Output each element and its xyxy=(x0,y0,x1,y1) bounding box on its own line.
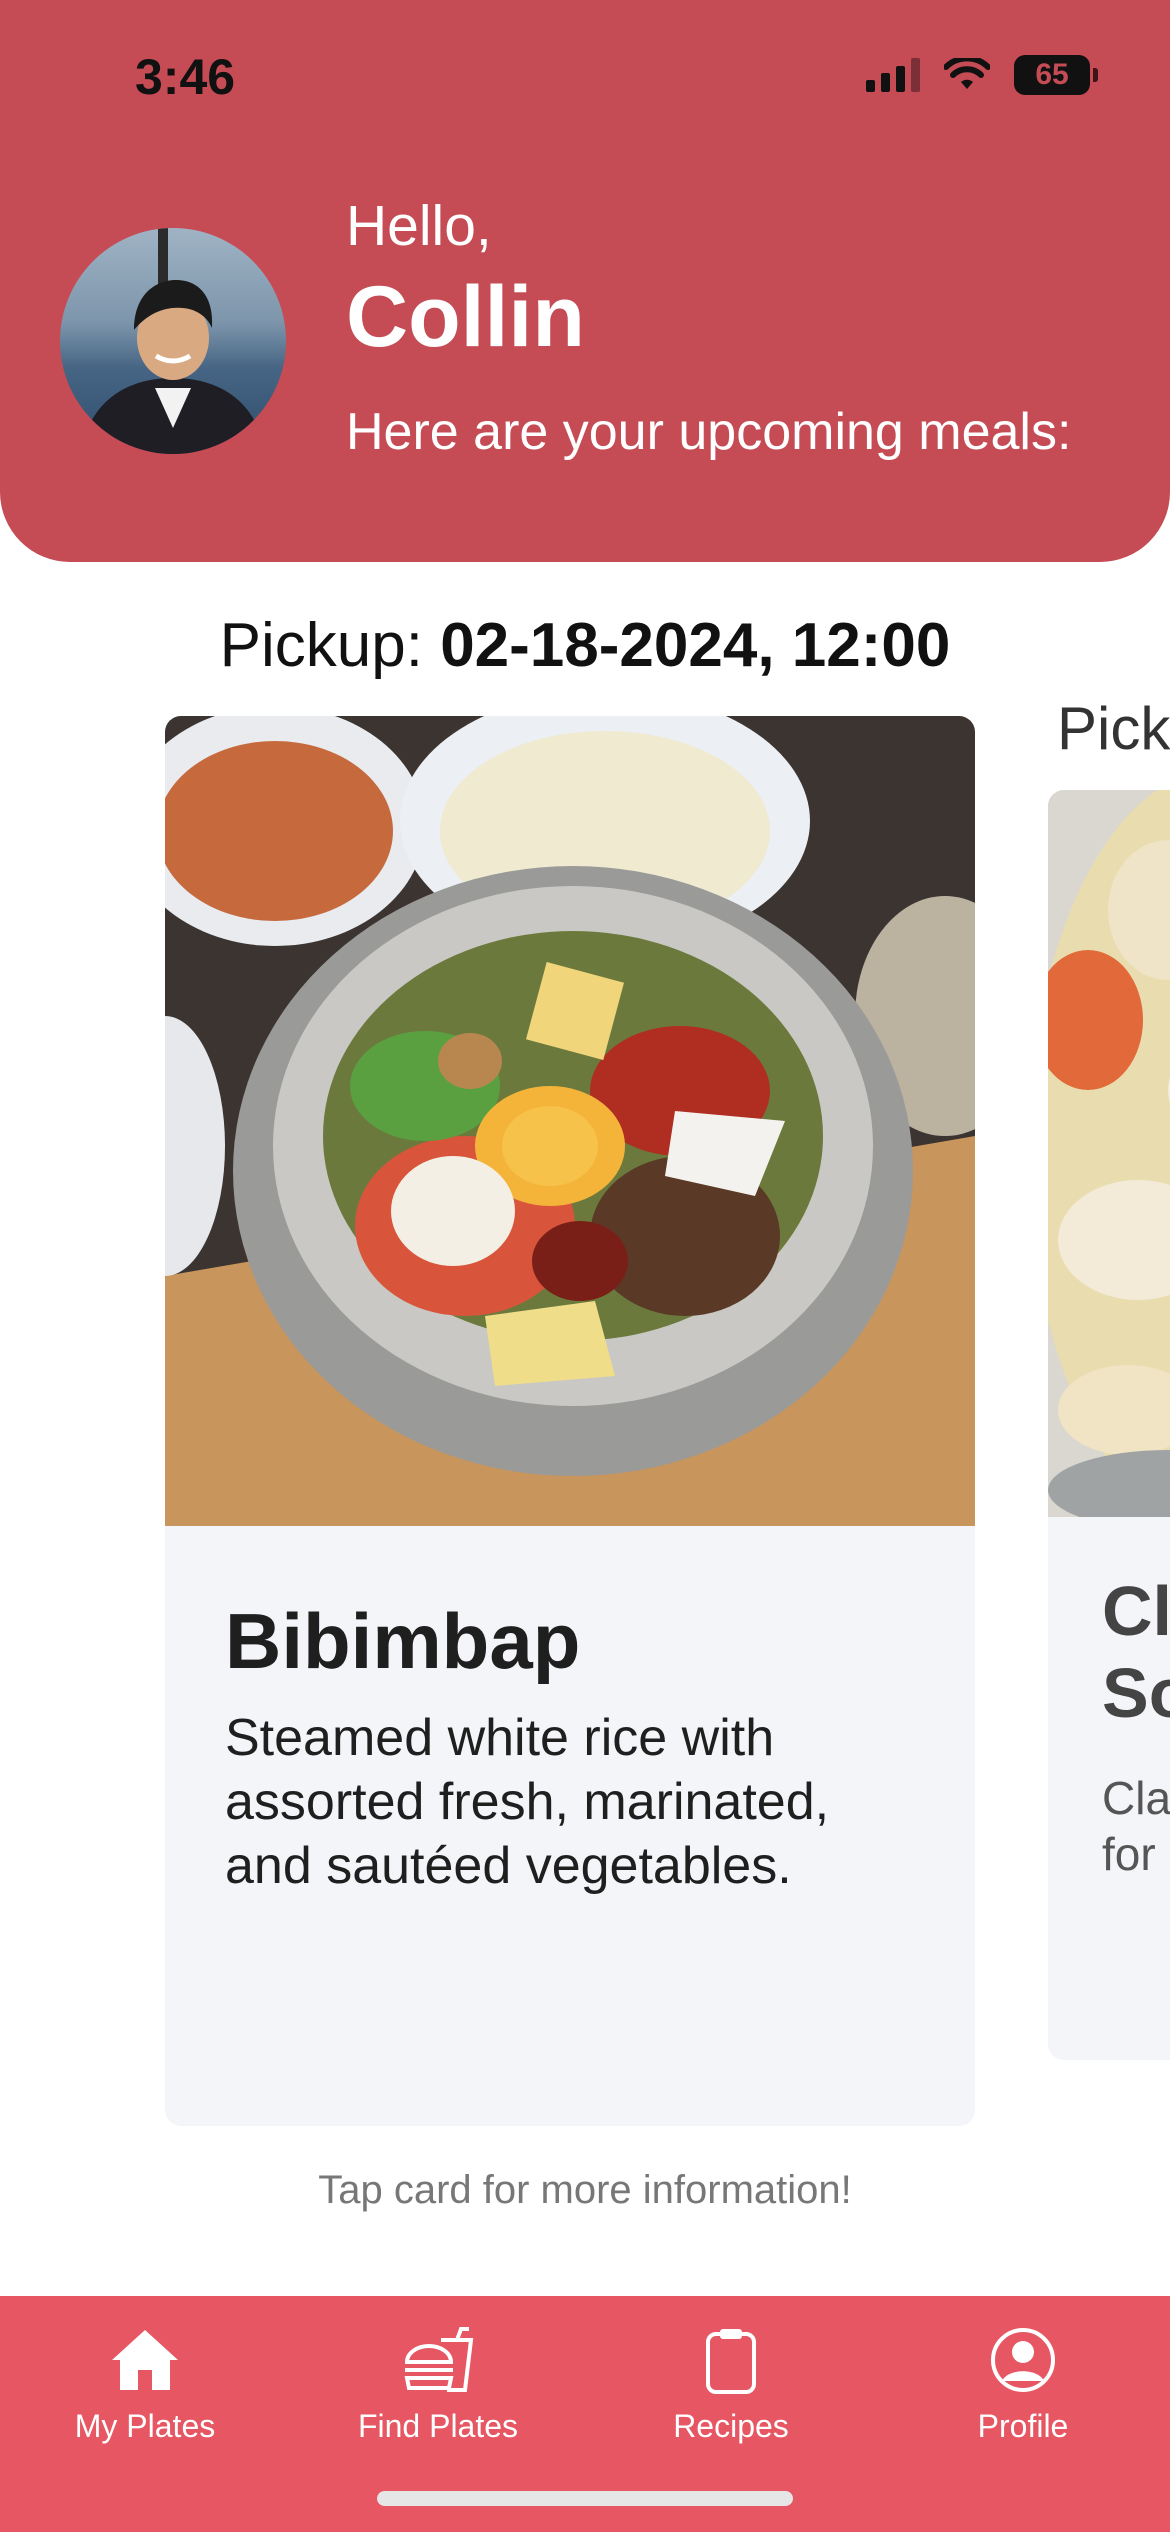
house-icon xyxy=(112,2330,178,2390)
tab-recipes[interactable]: Recipes xyxy=(601,2326,861,2445)
home-indicator[interactable] xyxy=(377,2491,793,2506)
wifi-icon xyxy=(944,58,990,89)
avatar[interactable] xyxy=(60,228,286,454)
tab-find-plates[interactable]: Find Plates xyxy=(308,2326,568,2445)
meal-description: Steamed white rice with assorted fresh, … xyxy=(225,1709,830,1895)
pickup-datetime: 02-18-2024, 12:00 xyxy=(440,611,951,680)
meal-title: Bibimbap xyxy=(225,1597,581,1685)
status-time: 3:46 xyxy=(135,49,236,105)
cellular-signal-icon xyxy=(866,58,920,92)
next-meal-image xyxy=(1048,790,1170,1517)
header-subtitle: Here are your upcoming meals: xyxy=(346,403,1072,461)
next-meal-desc-line2: for xyxy=(1102,1828,1156,1880)
person-circle-icon xyxy=(991,2328,1055,2392)
user-name: Collin xyxy=(346,269,585,365)
tab-profile[interactable]: Profile xyxy=(893,2326,1153,2445)
next-meal-title-line1: Cl xyxy=(1102,1572,1170,1650)
next-meal-card[interactable]: Cl So Cla for xyxy=(1048,790,1170,2060)
greeting: Hello, xyxy=(346,194,492,258)
next-meal-title-line2: So xyxy=(1102,1654,1170,1732)
avatar-photo xyxy=(80,228,266,454)
tab-label: Recipes xyxy=(673,2408,789,2444)
tab-my-plates[interactable]: My Plates xyxy=(15,2326,275,2445)
hint-text: Tap card for more information! xyxy=(318,2168,852,2212)
pickup-time: Pickup: 02-18-2024, 12:00 xyxy=(0,610,1170,681)
pickup-label: Pickup: xyxy=(219,611,423,680)
next-pickup-label: Picku xyxy=(1057,695,1170,762)
status-icons: 65 xyxy=(866,55,1098,95)
clipboard-icon xyxy=(706,2329,756,2394)
app-screen: 3:46 65 Hello, Collin Here are your upco… xyxy=(0,0,1170,2532)
next-meal-description: Cla for xyxy=(1102,1770,1170,1882)
battery-icon: 65 xyxy=(1014,55,1098,95)
tab-label: My Plates xyxy=(74,2408,216,2444)
burger-drink-icon xyxy=(404,2327,474,2392)
tab-label: Find Plates xyxy=(357,2408,519,2444)
meal-card[interactable]: Bibimbap Steamed white rice with assorte… xyxy=(165,716,975,2126)
meal-image xyxy=(165,716,975,1526)
header: 3:46 65 Hello, Collin Here are your upco… xyxy=(0,0,1170,562)
next-meal-title: Cl So xyxy=(1102,1570,1170,1734)
tab-label: Profile xyxy=(977,2408,1069,2444)
next-meal-desc-line1: Cla xyxy=(1102,1772,1170,1824)
